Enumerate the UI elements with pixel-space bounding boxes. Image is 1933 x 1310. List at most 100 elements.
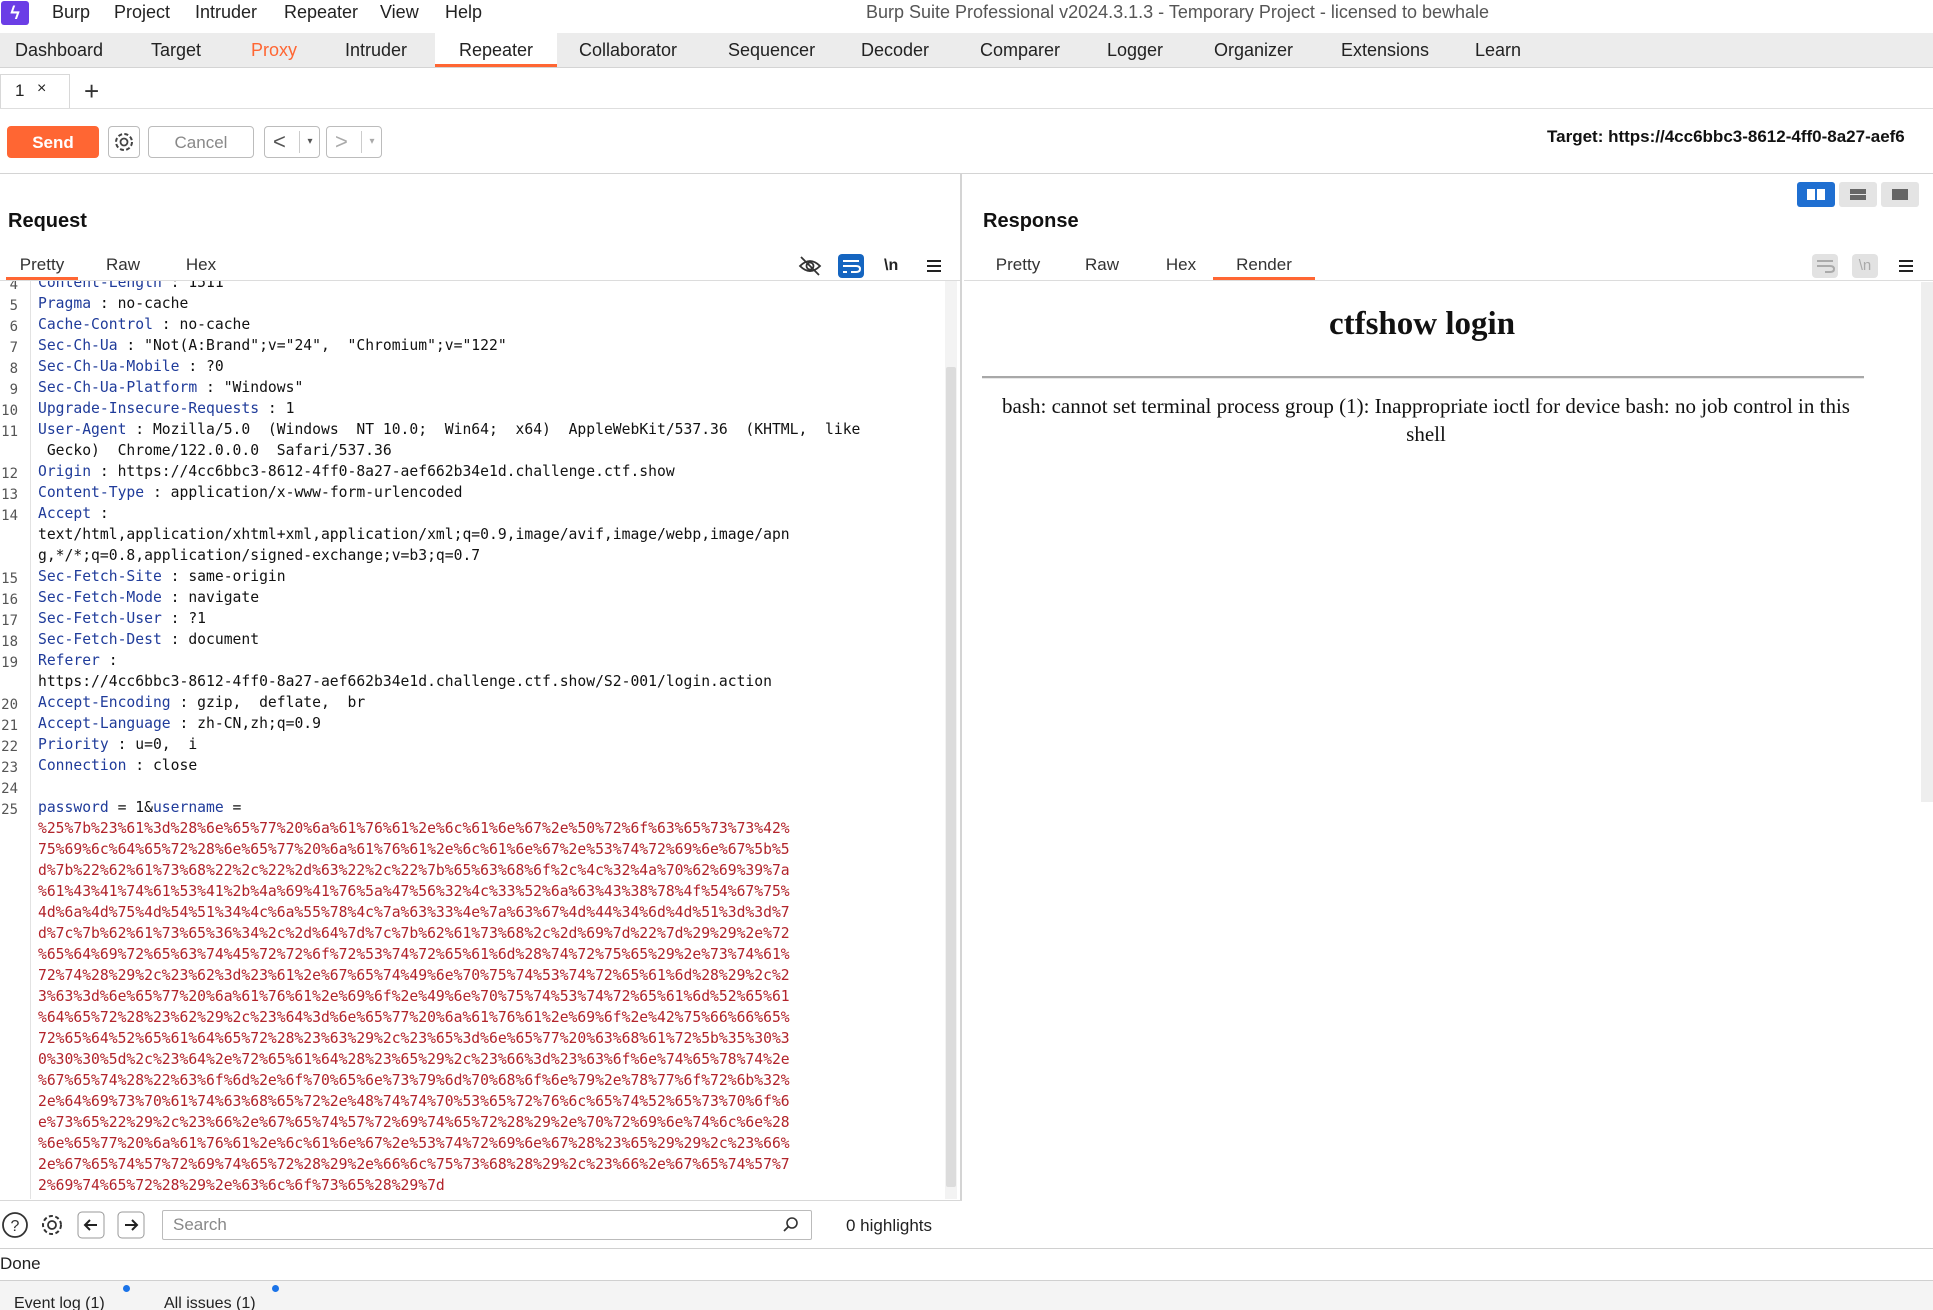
- header-name: Priority: [38, 736, 109, 753]
- request-tab-pretty[interactable]: Pretty: [6, 250, 78, 280]
- target-url[interactable]: Target: https://4cc6bbc3-8612-4ff0-8a27-…: [1547, 127, 1905, 147]
- search-input[interactable]: Search: [162, 1210, 812, 1240]
- header-value: document: [188, 631, 260, 648]
- status-text: Done: [0, 1254, 41, 1273]
- header-name: Origin: [38, 463, 92, 480]
- tab-intruder[interactable]: Intruder: [345, 33, 425, 67]
- menu-bar: ϟ Burp Project Intruder Repeater View He…: [0, 0, 1933, 30]
- menu-repeater[interactable]: Repeater: [284, 0, 358, 26]
- response-tab-render[interactable]: Render: [1213, 250, 1315, 280]
- hide-eye-icon[interactable]: [797, 254, 823, 278]
- tab-repeater[interactable]: Repeater: [435, 33, 557, 67]
- request-tab-raw[interactable]: Raw: [98, 250, 148, 280]
- line-number: 4: [9, 281, 18, 293]
- payload-line: 72%65%64%52%65%61%64%65%72%28%23%63%29%2…: [38, 1030, 790, 1047]
- header-value: Gecko) Chrome/122.0.0.0 Safari/537.36: [38, 442, 392, 459]
- header-separator: :: [91, 295, 118, 312]
- next-match-icon[interactable]: [117, 1211, 145, 1239]
- header-value: gzip, deflate, br: [197, 694, 366, 711]
- settings-button[interactable]: [108, 126, 140, 158]
- header-separator: :: [161, 589, 189, 606]
- header-separator: :: [91, 463, 118, 480]
- header-name: Sec-Fetch-User: [38, 610, 162, 627]
- scrollbar-thumb[interactable]: [946, 367, 956, 1187]
- tab-decoder[interactable]: Decoder: [861, 33, 941, 67]
- menu-project[interactable]: Project: [114, 0, 170, 26]
- code-line: Gecko) Chrome/122.0.0.0 Safari/537.36: [38, 440, 392, 461]
- wrap-lines-icon[interactable]: [838, 254, 864, 278]
- close-icon[interactable]: ×: [37, 80, 46, 98]
- footer-bar: Event log (1) All issues (1): [0, 1280, 1933, 1310]
- all-issues-link[interactable]: All issues (1): [164, 1295, 256, 1310]
- split-vertical-icon[interactable]: [1839, 182, 1877, 207]
- menu-icon[interactable]: [1894, 254, 1920, 278]
- tab-learn[interactable]: Learn: [1475, 33, 1535, 67]
- header-separator: :: [170, 694, 198, 711]
- tab-organizer[interactable]: Organizer: [1214, 33, 1304, 67]
- header-separator: :: [179, 358, 207, 375]
- menu-burp[interactable]: Burp: [52, 0, 90, 26]
- payload-line: 2e%64%69%73%70%61%74%63%68%65%72%2e%48%7…: [38, 1093, 790, 1110]
- line-number: 8: [9, 361, 18, 377]
- tab-collaborator[interactable]: Collaborator: [579, 33, 689, 67]
- event-log-link[interactable]: Event log (1): [14, 1295, 105, 1310]
- tab-target[interactable]: Target: [151, 33, 221, 67]
- header-value: Mozilla/5.0 (Windows NT 10.0; Win64; x64…: [152, 421, 861, 438]
- tab-sequencer[interactable]: Sequencer: [728, 33, 828, 67]
- menu-help[interactable]: Help: [445, 0, 482, 26]
- line-number: 17: [1, 613, 18, 629]
- menu-intruder[interactable]: Intruder: [195, 0, 257, 26]
- single-pane-icon[interactable]: [1881, 182, 1919, 207]
- code-line: Sec-Ch-Ua-Mobile : ?0: [38, 356, 224, 377]
- request-editor[interactable]: 4 5 6 7 8 9 10 11 12 13 14 15 16 17 18 19 20 21 22 23 24 25 C…: [0, 281, 962, 1199]
- response-tab-raw[interactable]: Raw: [1077, 250, 1127, 280]
- repeater-tab-1[interactable]: 1 ×: [0, 74, 70, 108]
- payload-line: 3%63%3d%6e%65%77%20%6a%61%76%61%2e%69%6f…: [38, 988, 790, 1005]
- line-number: 15: [1, 571, 18, 587]
- tab-logger[interactable]: Logger: [1107, 33, 1177, 67]
- header-separator: :: [152, 316, 180, 333]
- send-button[interactable]: Send: [7, 126, 99, 158]
- tool-tabs: Dashboard Target Proxy Intruder Repeater…: [0, 33, 1933, 68]
- gear-icon[interactable]: [38, 1211, 66, 1239]
- request-tab-hex[interactable]: Hex: [176, 250, 226, 280]
- payload-line: d%7b%22%62%61%73%68%22%2c%22%2d%63%22%2c…: [38, 862, 790, 879]
- payload-line: 75%69%6c%64%65%72%28%6e%65%77%20%6a%61%7…: [38, 841, 790, 858]
- vertical-scrollbar[interactable]: [1921, 282, 1933, 802]
- chevron-down-icon[interactable]: ▾: [361, 131, 382, 153]
- response-tab-hex[interactable]: Hex: [1156, 250, 1206, 280]
- response-title: Response: [983, 210, 1079, 232]
- code-line: Sec-Fetch-Mode : navigate: [38, 587, 259, 608]
- line-number: 18: [1, 634, 18, 650]
- code-line: text/html,application/xhtml+xml,applicat…: [38, 524, 790, 545]
- header-name: Sec-Fetch-Dest: [38, 631, 162, 648]
- header-name: Content-Length: [38, 281, 162, 291]
- header-value: 1&: [135, 799, 153, 816]
- code-line: Content-Type : application/x-www-form-ur…: [38, 482, 462, 503]
- newline-toggle-icon[interactable]: \n: [884, 254, 910, 278]
- notification-dot: [123, 1285, 130, 1292]
- previous-match-icon[interactable]: [77, 1211, 105, 1239]
- line-number: 6: [9, 319, 18, 335]
- code-line: Connection : close: [38, 755, 197, 776]
- payload-line: %65%64%69%72%65%63%74%45%72%72%6f%72%53%…: [38, 946, 790, 963]
- tab-extensions[interactable]: Extensions: [1341, 33, 1441, 67]
- back-button[interactable]: < ▾: [264, 126, 320, 158]
- request-search-bar: ? Search 0 highlights: [0, 1200, 962, 1249]
- tab-proxy[interactable]: Proxy: [251, 33, 311, 67]
- split-horizontal-icon[interactable]: [1797, 182, 1835, 207]
- search-icon[interactable]: [782, 1216, 800, 1234]
- response-tab-pretty[interactable]: Pretty: [988, 250, 1048, 280]
- chevron-down-icon[interactable]: ▾: [299, 131, 320, 153]
- newline-toggle-icon: \n: [1852, 254, 1878, 278]
- menu-view[interactable]: View: [380, 0, 419, 26]
- help-icon[interactable]: ?: [1, 1211, 29, 1239]
- cancel-button[interactable]: Cancel: [148, 126, 254, 158]
- add-tab-button[interactable]: +: [84, 76, 99, 107]
- tab-comparer[interactable]: Comparer: [980, 33, 1070, 67]
- code-line: Upgrade-Insecure-Requests : 1: [38, 398, 294, 419]
- code-line: Accept :: [38, 503, 109, 524]
- tab-dashboard[interactable]: Dashboard: [15, 33, 105, 67]
- forward-button[interactable]: > ▾: [326, 126, 382, 158]
- menu-icon[interactable]: [922, 254, 948, 278]
